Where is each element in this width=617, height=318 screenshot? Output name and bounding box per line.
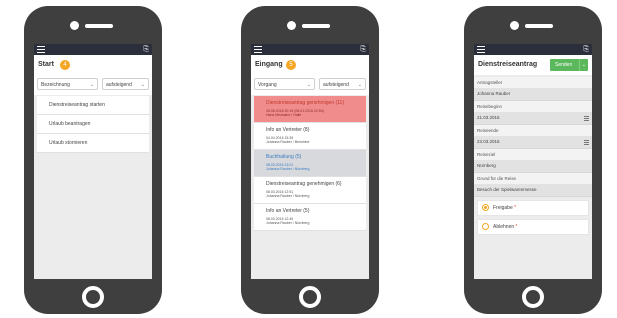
field-label: Reiseziel	[474, 149, 592, 160]
inbox-list: Dienstreiseantrag genehmigen (11) 30.06.…	[251, 96, 369, 231]
inbox-item[interactable]: Info an Vertreter (5) 08.03.2016 12:49 J…	[254, 204, 366, 231]
field-label: Antragsteller	[474, 77, 592, 88]
chevron-down-icon: ⌄	[140, 82, 145, 88]
hamburger-menu-icon[interactable]	[254, 46, 262, 53]
screen-inbox: ⎘ Eingang 5 Vorgang ⌄ aufsteigend ⌄ Dien…	[251, 44, 369, 279]
applicant-field[interactable]: Johanna Rauber	[474, 88, 592, 101]
option-label: Ablehnen *	[493, 224, 518, 230]
count-badge: 5	[286, 60, 296, 70]
top-bar: ⎘	[251, 44, 369, 55]
inbox-item-title: Info an Vertreter (5)	[266, 208, 310, 214]
sort-field-value: Vorgang	[258, 82, 277, 88]
page-title: Start	[38, 61, 54, 68]
sort-order-select[interactable]: aufsteigend ⌄	[319, 78, 366, 90]
screen-start: ⎘ Start 4 Bezeichnung ⌄ aufsteigend ⌄ Di…	[34, 44, 152, 279]
camera	[287, 21, 296, 30]
sort-order-value: aufsteigend	[106, 82, 132, 88]
send-button-label: Senden	[555, 62, 573, 68]
radio-button[interactable]	[482, 223, 489, 230]
inbox-item-title: Buchhaltung (5)	[266, 154, 302, 160]
phone-inbox: ⎘ Eingang 5 Vorgang ⌄ aufsteigend ⌄ Dien…	[241, 6, 379, 314]
sort-field-value: Bezeichnung	[41, 82, 70, 88]
menu-item[interactable]: Urlaub beantragen	[37, 115, 149, 134]
hamburger-menu-icon[interactable]	[37, 46, 45, 53]
field-label: Grund für die Reise	[474, 173, 592, 184]
calendar-icon[interactable]	[584, 140, 589, 145]
option-label: Freigabe *	[493, 205, 517, 211]
end-date-field[interactable]: 23.03.2016	[474, 136, 592, 149]
home-button[interactable]	[299, 286, 321, 308]
inbox-item-title: Info an Vertreter (8)	[266, 127, 310, 133]
calendar-icon[interactable]	[584, 116, 589, 121]
inbox-item[interactable]: Buchhaltung (5) 08.03.2016 13:01 Johanna…	[254, 150, 366, 177]
hamburger-menu-icon[interactable]	[477, 46, 485, 53]
phone-travel-request: ⎘ Dienstreiseantrag Senden ⌄ Antragstell…	[464, 6, 602, 314]
field-value: Johanna Rauber	[477, 91, 511, 96]
page-title: Dienstreiseantrag	[478, 61, 538, 68]
top-bar: ⎘	[34, 44, 152, 55]
inbox-item[interactable]: Info an Vertreter (8) 04.04.2016 15:39 J…	[254, 123, 366, 150]
menu-item[interactable]: Urlaub stornieren	[37, 134, 149, 153]
inbox-item-sender: Johanna Rauber / Benshine	[266, 140, 310, 144]
field-label: Reiseende	[474, 125, 592, 136]
approve-option[interactable]: Freigabe *	[477, 200, 589, 216]
logout-icon[interactable]: ⎘	[583, 46, 589, 53]
menu-list: Dienstreiseantrag starten Urlaub beantra…	[34, 96, 152, 153]
field-value: 21.03.2016	[477, 115, 500, 120]
field-value: Nürnberg	[477, 163, 496, 168]
send-button[interactable]: Senden ⌄	[550, 59, 588, 71]
page-title: Eingang	[255, 61, 283, 68]
title-row: Start 4	[34, 55, 152, 75]
sort-order-select[interactable]: aufsteigend ⌄	[102, 78, 149, 90]
home-button[interactable]	[522, 286, 544, 308]
reason-field[interactable]: Besuch der Spielwarenmesse	[474, 184, 592, 197]
sort-order-value: aufsteigend	[323, 82, 349, 88]
inbox-item-title: Dienstreiseantrag genehmigen (6)	[266, 181, 342, 187]
phone-start: ⎘ Start 4 Bezeichnung ⌄ aufsteigend ⌄ Di…	[24, 6, 162, 314]
inbox-item[interactable]: Dienstreiseantrag genehmigen (11) 30.06.…	[254, 96, 366, 123]
chevron-down-icon: ⌄	[357, 82, 362, 88]
title-row: Eingang 5	[251, 55, 369, 75]
screen-travel-request: ⎘ Dienstreiseantrag Senden ⌄ Antragstell…	[474, 44, 592, 279]
chevron-down-icon: ⌄	[306, 82, 311, 88]
filter-row: Bezeichnung ⌄ aufsteigend ⌄	[34, 75, 152, 95]
field-label: Reisebeginn	[474, 101, 592, 112]
inbox-item[interactable]: Dienstreiseantrag genehmigen (6) 08.03.2…	[254, 177, 366, 204]
speaker	[302, 24, 330, 28]
form: Antragsteller Johanna Rauber Reisebeginn…	[474, 77, 592, 235]
speaker	[525, 24, 553, 28]
camera	[70, 21, 79, 30]
sort-field-select[interactable]: Vorgang ⌄	[254, 78, 315, 90]
sort-field-select[interactable]: Bezeichnung ⌄	[37, 78, 98, 90]
top-bar: ⎘	[474, 44, 592, 55]
inbox-item-sender: Johanna Rauber / Nürnberg	[266, 194, 310, 198]
start-date-field[interactable]: 21.03.2016	[474, 112, 592, 125]
chevron-down-icon[interactable]: ⌄	[578, 59, 586, 71]
title-row: Dienstreiseantrag Senden ⌄	[474, 55, 592, 75]
field-value: 23.03.2016	[477, 139, 500, 144]
inbox-item-title: Dienstreiseantrag genehmigen (11)	[266, 100, 345, 106]
filter-row: Vorgang ⌄ aufsteigend ⌄	[251, 75, 369, 95]
radio-button[interactable]	[482, 204, 489, 211]
home-button[interactable]	[82, 286, 104, 308]
camera	[510, 21, 519, 30]
count-badge: 4	[60, 60, 70, 70]
inbox-item-sender: Johanna Rauber / Nürnberg	[266, 221, 310, 225]
inbox-item-sender: Johanna Rauber / Nürnberg	[266, 167, 310, 171]
logout-icon[interactable]: ⎘	[143, 46, 149, 53]
logout-icon[interactable]: ⎘	[360, 46, 366, 53]
field-value: Besuch der Spielwarenmesse	[477, 187, 537, 192]
destination-field[interactable]: Nürnberg	[474, 160, 592, 173]
reject-option[interactable]: Ablehnen *	[477, 219, 589, 235]
speaker	[85, 24, 113, 28]
chevron-down-icon: ⌄	[89, 82, 94, 88]
menu-item[interactable]: Dienstreiseantrag starten	[37, 96, 149, 115]
inbox-item-sender: Hans Neumann / Halle	[266, 113, 302, 117]
